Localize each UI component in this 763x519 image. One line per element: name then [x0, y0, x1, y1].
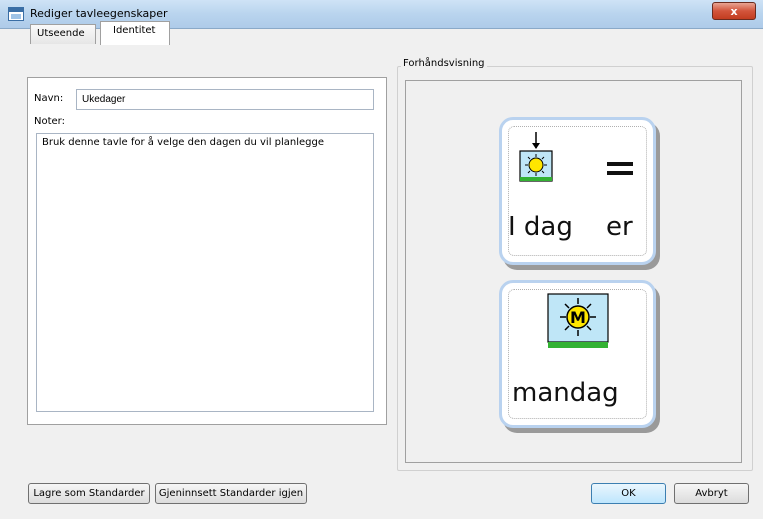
- close-button[interactable]: x: [712, 2, 756, 20]
- equals-icon: [607, 162, 633, 175]
- save-defaults-button[interactable]: Lagre som Standarder: [28, 483, 150, 504]
- tab-identitet[interactable]: Identitet: [100, 21, 170, 45]
- ok-button[interactable]: OK: [591, 483, 666, 504]
- name-label: Navn:: [34, 93, 64, 104]
- monday-sun-icon: M: [547, 293, 609, 348]
- window-title: Rediger tavleegenskaper: [30, 7, 168, 20]
- app-icon: [8, 7, 24, 21]
- card-word-i-dag: I dag: [508, 212, 573, 242]
- name-field[interactable]: [76, 89, 374, 110]
- notes-label: Noter:: [34, 116, 65, 127]
- today-sun-icon: [519, 132, 553, 182]
- notes-textarea[interactable]: Bruk denne tavle for å velge den dagen d…: [36, 133, 374, 412]
- dialog-window: Rediger tavleegenskaper x Utseende Ident…: [0, 0, 763, 519]
- monday-symbol-letter: M: [570, 308, 586, 327]
- cancel-button[interactable]: Avbryt: [674, 483, 749, 504]
- identity-tab-panel: Navn: Noter: Bruk denne tavle for å velg…: [27, 77, 387, 425]
- preview-card-monday: M mandag: [499, 280, 656, 428]
- card-word-mandag: mandag: [512, 378, 619, 408]
- preview-card-today: I dag er: [499, 117, 656, 265]
- preview-label: Forhåndsvisning: [401, 58, 487, 69]
- restore-defaults-button[interactable]: Gjeninnsett Standarder igjen: [155, 483, 307, 504]
- card-word-er: er: [606, 212, 633, 242]
- tab-utseende[interactable]: Utseende: [30, 24, 96, 44]
